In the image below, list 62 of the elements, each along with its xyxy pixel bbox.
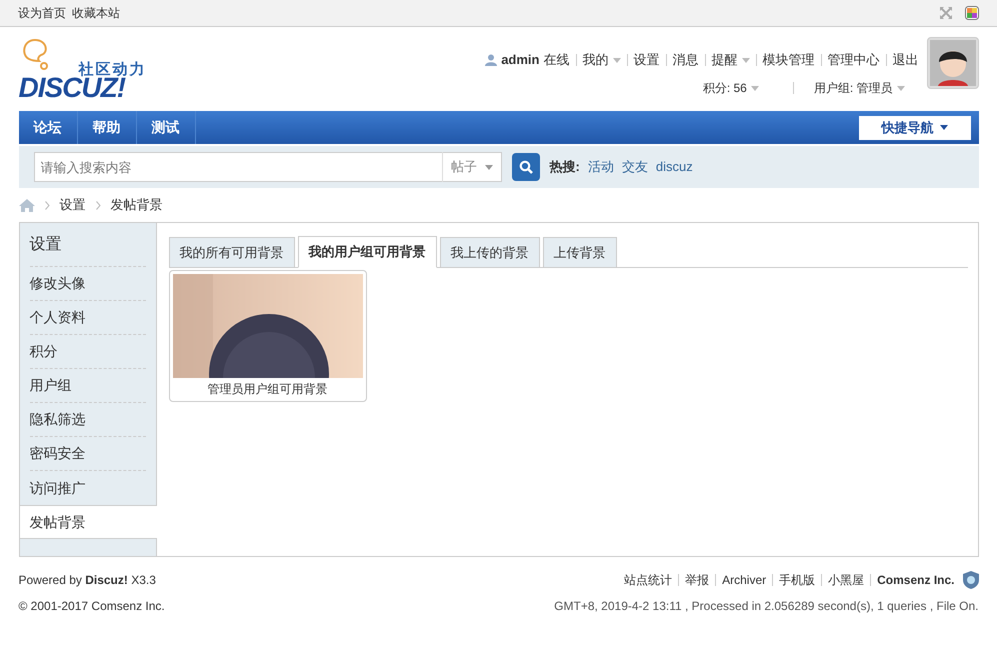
user-info-link[interactable]: 用户组: 管理员: [814, 79, 904, 97]
hot-search-link[interactable]: 活动: [588, 157, 614, 177]
nav-tab[interactable]: 测试: [136, 111, 196, 144]
sidebar-item[interactable]: 用户组: [30, 369, 146, 403]
copyright-text: © 2001-2017 Comsenz Inc.: [18, 598, 165, 615]
breadcrumb-link[interactable]: 设置: [60, 195, 86, 215]
sidebar-item[interactable]: 密码安全: [30, 437, 146, 471]
caret-icon: [612, 58, 620, 62]
user-info-link[interactable]: 积分: 56: [702, 79, 759, 97]
caret-icon: [742, 58, 750, 62]
tab[interactable]: 上传背景: [542, 237, 616, 267]
nav-tab[interactable]: 论坛: [18, 111, 78, 144]
color-palette-icon[interactable]: [965, 6, 979, 20]
tab[interactable]: 我上传的背景: [440, 237, 540, 267]
tab[interactable]: 我的用户组可用背景: [298, 236, 436, 268]
footer-link[interactable]: Comsenz Inc.: [877, 571, 954, 589]
shield-icon[interactable]: [962, 571, 978, 589]
top-link[interactable]: 收藏本站: [72, 4, 120, 22]
username-link[interactable]: admin: [501, 50, 540, 70]
tab[interactable]: 我的所有可用背景: [168, 237, 294, 267]
user-menu-link[interactable]: 我的: [582, 50, 620, 70]
sidebar-item[interactable]: 发帖背景: [20, 505, 156, 539]
hot-search-link[interactable]: discuz: [656, 157, 693, 177]
breadcrumb-link[interactable]: 发帖背景: [110, 195, 162, 215]
user-menu-link[interactable]: 消息: [672, 50, 698, 70]
sidebar-item[interactable]: 修改头像: [30, 267, 146, 301]
footer-link[interactable]: 小黑屋: [828, 571, 864, 589]
logo-tagline: 社区动力: [78, 60, 146, 78]
sidebar-title: 设置: [30, 223, 146, 267]
sidebar-item[interactable]: 个人资料: [30, 301, 146, 335]
avatar[interactable]: [926, 37, 978, 89]
search-button[interactable]: [512, 153, 540, 181]
sidebar-item[interactable]: 访问推广: [30, 471, 146, 505]
user-menu-link[interactable]: 管理中心: [828, 50, 880, 70]
user-menu-link[interactable]: 设置: [634, 50, 660, 70]
footer-link[interactable]: 站点统计: [624, 571, 672, 589]
nav-tab[interactable]: 帮助: [78, 111, 136, 144]
sidebar-item[interactable]: 积分: [30, 335, 146, 369]
chevron-icon: [96, 200, 100, 210]
quick-nav-button[interactable]: 快捷导航: [858, 116, 970, 140]
user-menu-link[interactable]: 退出: [892, 50, 918, 70]
footer-link[interactable]: 举报: [685, 571, 710, 589]
chevron-icon: [44, 200, 50, 210]
hot-search-link[interactable]: 交友: [622, 157, 648, 177]
hot-search-label: 热搜:: [550, 158, 580, 176]
background-caption: 管理员用户组可用背景: [206, 381, 328, 398]
user-menu-link[interactable]: 模块管理: [762, 50, 814, 70]
sidebar-item[interactable]: 隐私筛选: [30, 403, 146, 437]
footer-link[interactable]: Archiver: [722, 571, 766, 589]
top-link[interactable]: 设为首页: [18, 4, 66, 22]
user-icon: [485, 54, 498, 66]
online-status: 在线: [544, 51, 570, 70]
search-icon: [518, 160, 532, 174]
powered-by-text: Powered by Discuz! X3.3: [18, 572, 157, 589]
footer-link[interactable]: 手机版: [779, 571, 816, 589]
caret-icon: [896, 86, 904, 90]
user-menu-link[interactable]: 提醒: [712, 50, 750, 70]
caret-icon: [940, 125, 948, 130]
search-type-dropdown[interactable]: 帖子: [442, 152, 502, 182]
footer-info-text: GMT+8, 2019-4-2 13:11 , Processed in 2.056289 second(s), 1 queries , File On.: [554, 598, 978, 615]
caret-icon: [750, 86, 759, 90]
background-card[interactable]: 管理员用户组可用背景: [168, 270, 366, 402]
